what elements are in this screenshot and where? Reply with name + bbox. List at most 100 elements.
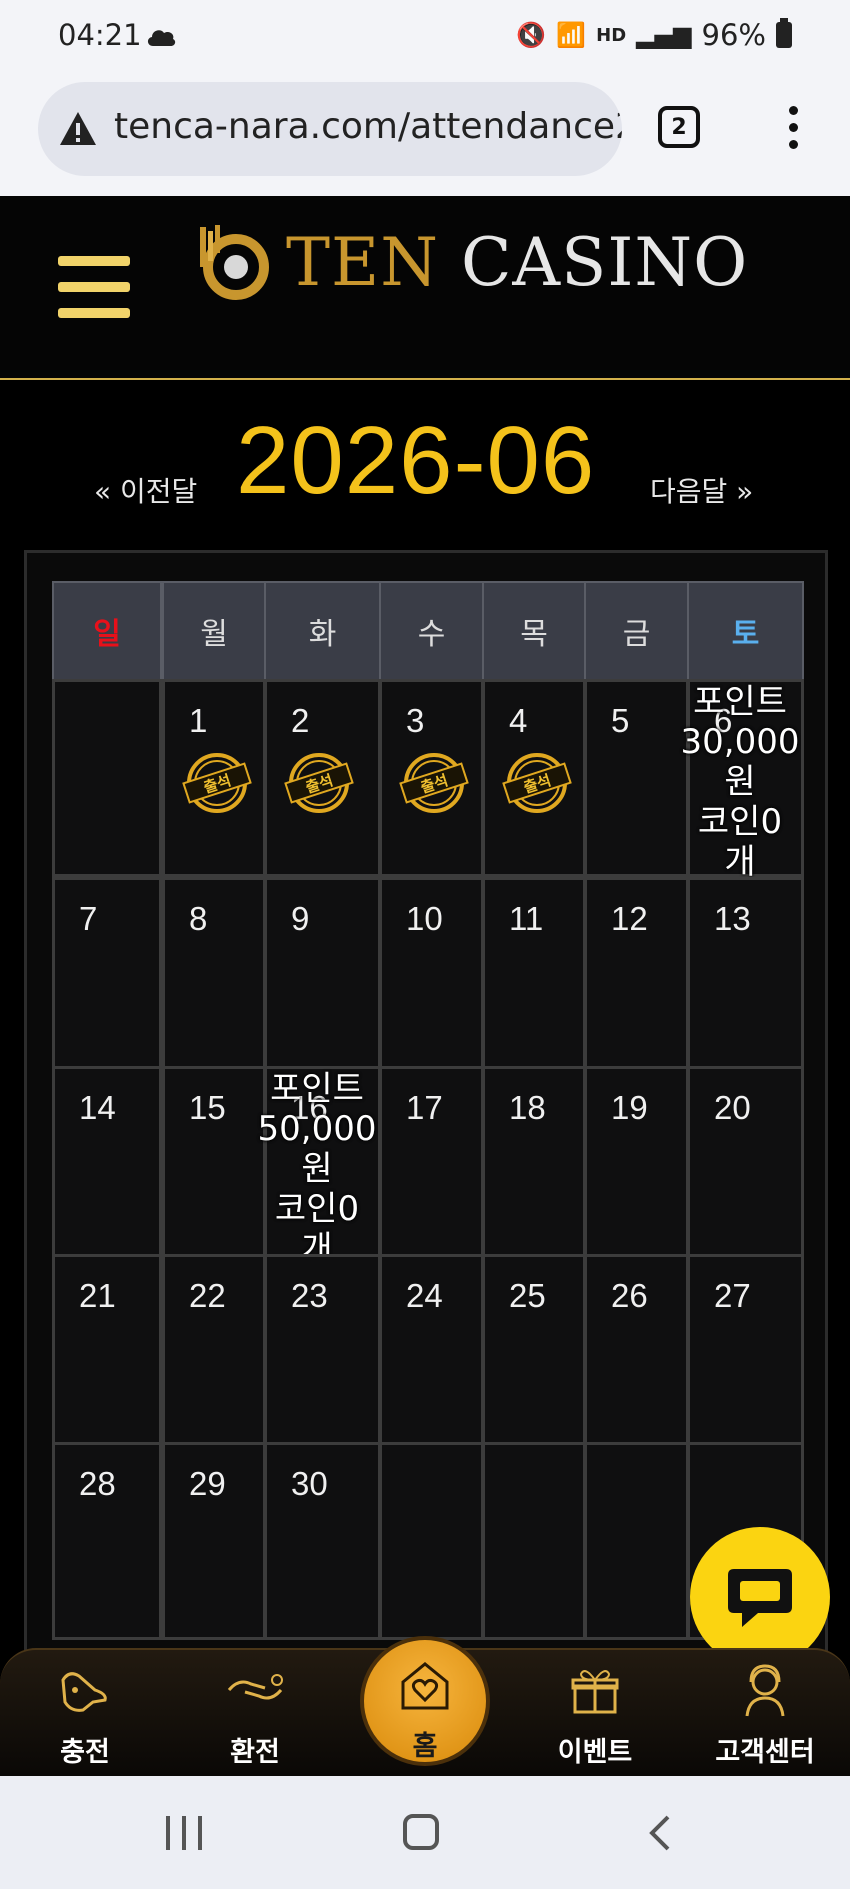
- calendar-day-cell: 2 출석: [264, 679, 381, 877]
- menu-bar: [58, 282, 130, 292]
- attendance-stamp-icon: 출석: [502, 753, 572, 813]
- calendar-day-cell: 13: [687, 877, 804, 1075]
- calendar-day-cell: 29: [162, 1442, 266, 1640]
- calendar-day-cell: [584, 1442, 689, 1640]
- calendar-day-cell: 28: [52, 1442, 162, 1640]
- attendance-stamp-icon: 출석: [182, 753, 252, 813]
- recent-bar: [166, 1816, 170, 1850]
- calendar-day-cell: 1 출석: [162, 679, 266, 877]
- nav-home-button[interactable]: 홈: [360, 1636, 490, 1766]
- support-agent-icon: [745, 1664, 785, 1717]
- month-title: 2026-06: [236, 407, 596, 514]
- status-bar: 04:21 🔇 📶 HD ▂▄▆ 96%: [0, 0, 850, 76]
- reward-coin-unit: 개: [724, 842, 756, 882]
- day-number: 15: [189, 1089, 226, 1126]
- nav-support[interactable]: 고객센터: [700, 1650, 830, 1778]
- reward-amount: 50,000: [257, 1109, 377, 1149]
- day-number: 28: [79, 1465, 116, 1502]
- calendar-day-cell: 11: [482, 877, 586, 1075]
- day-number: 12: [611, 900, 648, 937]
- dot-icon: [788, 123, 798, 132]
- logo[interactable]: TEN CASINO: [196, 222, 748, 302]
- next-month-link[interactable]: 다음달 »: [650, 470, 753, 510]
- reward-info: 포인트 30,000 원 코인0 개: [678, 682, 802, 882]
- attendance-calendar: 일 월 화 수 목 금 토 1 출석 2 출석 3 출석 4 출석 5 6 포인트 30,000 원 코인0 개 7 8 9 10…: [24, 550, 828, 1660]
- recent-bar: [182, 1816, 186, 1850]
- menu-bar: [58, 308, 130, 318]
- day-number: 27: [714, 1277, 751, 1314]
- nav-event[interactable]: 이벤트: [530, 1650, 660, 1778]
- calendar-day-cell: 20: [687, 1066, 804, 1264]
- url-text[interactable]: tenca-nara.com/attendance2: [114, 106, 622, 147]
- day-number: 10: [406, 900, 443, 937]
- prev-month-link[interactable]: « 이전달: [94, 470, 197, 510]
- logo-text: TEN CASINO: [286, 224, 748, 301]
- system-navigation-bar: [0, 1776, 850, 1889]
- reward-unit: 원: [301, 1149, 333, 1189]
- weekday-header: 토: [687, 581, 804, 681]
- address-bar[interactable]: tenca-nara.com/attendance2: [38, 82, 622, 176]
- calendar-day-cell: [482, 1442, 586, 1640]
- battery-icon: [776, 18, 792, 48]
- signal-icon: ▂▄▆: [636, 21, 692, 49]
- reward-coin: 코인0: [697, 802, 783, 842]
- calendar-day-cell: [52, 679, 162, 877]
- weekday-header: 일: [52, 581, 162, 681]
- status-icons: 🔇 📶 HD ▂▄▆ 96%: [516, 18, 792, 52]
- back-icon[interactable]: [648, 1814, 672, 1852]
- nav-charge-label: 충전: [60, 1737, 110, 1768]
- recent-bar: [198, 1816, 202, 1850]
- weekday-header: 목: [482, 581, 586, 681]
- exchange-icon: [227, 1674, 283, 1700]
- recent-apps-button[interactable]: [166, 1816, 202, 1850]
- dot-icon: [788, 106, 798, 115]
- calendar-day-cell: 30: [264, 1442, 381, 1640]
- month-navigation: « 이전달 2026-06 다음달 »: [0, 380, 850, 550]
- calendar-day-cell: 12: [584, 877, 689, 1075]
- logo-ten: TEN: [286, 223, 439, 301]
- calendar-day-cell: 23: [264, 1254, 381, 1452]
- day-number: 25: [509, 1277, 546, 1314]
- calendar-day-cell: 15: [162, 1066, 266, 1264]
- hamburger-menu-button[interactable]: [58, 256, 130, 318]
- tab-switcher-button[interactable]: 2: [658, 106, 700, 148]
- nav-charge[interactable]: 충전: [20, 1650, 150, 1778]
- day-number: 26: [611, 1277, 648, 1314]
- day-number: 1: [189, 702, 208, 739]
- chat-button[interactable]: [690, 1527, 830, 1667]
- calendar-day-cell: 27: [687, 1254, 804, 1452]
- calendar-day-cell: 18: [482, 1066, 586, 1264]
- weekday-header: 화: [264, 581, 381, 681]
- day-number: 22: [189, 1277, 226, 1314]
- day-number: 8: [189, 900, 208, 937]
- day-number: 13: [714, 900, 751, 937]
- cloud-icon: [147, 30, 176, 46]
- weekday-header: 월: [162, 581, 266, 681]
- charge-icon: [61, 1672, 107, 1712]
- hd-voice-label: HD: [596, 24, 627, 46]
- warning-icon[interactable]: [58, 109, 98, 149]
- day-number: 29: [189, 1465, 226, 1502]
- battery-percent: 96%: [701, 18, 766, 52]
- day-number: 9: [291, 900, 310, 937]
- day-number: 19: [611, 1089, 648, 1126]
- dot-icon: [788, 140, 798, 149]
- attendance-stamp-icon: 출석: [399, 753, 469, 813]
- logo-casino: CASINO: [460, 223, 749, 301]
- browser-menu-button[interactable]: [786, 106, 800, 152]
- calendar-day-cell: 8: [162, 877, 266, 1075]
- calendar-day-cell: 3 출석: [379, 679, 484, 877]
- calendar-day-cell: 17: [379, 1066, 484, 1264]
- wifi-icon: 📶: [556, 21, 587, 49]
- system-home-button[interactable]: [403, 1814, 439, 1850]
- weekday-header: 금: [584, 581, 689, 681]
- nav-exchange[interactable]: 환전: [190, 1650, 320, 1778]
- calendar-day-cell: 9: [264, 877, 381, 1075]
- attendance-stamp-icon: 출석: [284, 753, 354, 813]
- menu-bar: [58, 256, 130, 266]
- day-number: 2: [291, 702, 310, 739]
- reward-coin: 코인0: [274, 1189, 360, 1229]
- nav-support-label: 고객센터: [715, 1737, 815, 1768]
- day-number: 17: [406, 1089, 443, 1126]
- calendar-day-cell: 22: [162, 1254, 266, 1452]
